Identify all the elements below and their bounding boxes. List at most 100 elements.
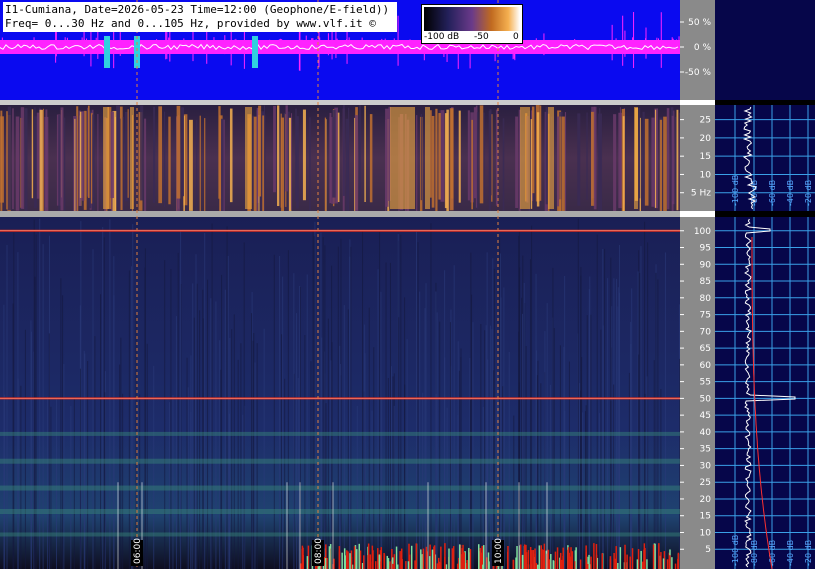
spectro-main-noise [541,548,543,569]
spectro-main-tick-label: 45 [700,411,711,421]
spectro-top-streak [229,108,233,203]
spectro-main-noise [338,546,341,569]
spectro-top-streak [676,109,679,211]
spectro-top-streak [117,105,120,194]
spectro-top-streak [458,110,461,203]
divider-2 [0,211,680,217]
spectro-top-streak [438,113,441,200]
spectro-main-noise [674,563,677,569]
spectro-top-streak [561,116,565,217]
spectro-top-streak [15,116,20,211]
spectro-top-streak [163,111,166,207]
spectro-top-streak [58,115,61,214]
spectro-top-streak [586,112,588,200]
spectro-top-streak [140,105,144,201]
spectro-main-noise [482,564,484,569]
divider-1-axis [680,100,715,105]
spectro-main-noise [374,561,377,569]
spectro-top-streak [283,112,286,208]
spectro-top-streak [281,117,285,222]
amplitude-side-bg [715,0,815,100]
side-top-db-label: -60 dB [768,180,777,206]
spectro-top-streak [502,118,505,215]
spectro-top-streak [556,116,560,207]
spectro-main-tick-label: 60 [700,361,712,371]
spectro-main-noise [350,550,353,569]
side-main-db-label: -100 dB [731,535,740,566]
spectro-main-noise [624,544,626,569]
spectro-main-noise [420,549,422,569]
spectro-main-noise [477,544,480,569]
spectro-main-noise [324,558,327,569]
spectro-main-tick-label: 65 [700,344,711,354]
spectro-top-streak [60,107,64,211]
spectro-main-noise [479,547,482,569]
spectro-main-tick-label: 50 [700,394,712,404]
spectro-main-noise [355,549,358,569]
spectro-top-streak [285,105,288,192]
spectro-main-tick-label: 75 [700,311,711,321]
spectro-top-streak [531,106,535,194]
spectro-top-streak [663,116,667,212]
spectro-top-streak [296,116,299,209]
spectro-main-noise [590,556,592,569]
spectro-main-noise [367,555,369,569]
spectro-main-noise [306,556,309,569]
spectro-main-noise [353,546,356,569]
spectro-top-side-bg [715,105,815,211]
spectro-main-noise [556,547,559,569]
spectro-main-noise [392,563,394,569]
colorbar-label-max: 0 [513,32,519,42]
vlf-monitor: 50 % 0 % -50 % 25 20 15 10 5 Hz 100 95 90 85 80 75 70 6… [0,0,815,569]
spectro-top-streak [12,108,14,210]
spectro-main-tick-label: 10 [700,528,712,538]
spectro-top-streak [168,116,171,205]
spectro-main-noise [588,554,590,569]
spectro-top-streak [449,108,454,211]
spectro-top-streak [430,110,432,198]
spectro-top-streak [440,110,445,202]
spectro-top-streak [332,109,336,198]
spectro-top-streak [671,115,674,214]
spectro-main-noise [347,561,349,569]
spectro-top-streak [420,114,422,201]
spectro-top-streak [654,109,657,208]
spectro-main-noise [378,554,381,569]
spectro-main-tick-label: 25 [700,478,711,488]
spectro-main-noise [469,549,472,569]
side-top-db-label: -40 dB [786,180,795,206]
spectro-top-streak [114,116,116,218]
spectro-main-noise [463,552,465,569]
spectro-main-noise [326,557,328,569]
colorbar-legend: -100 dB -50 0 [421,4,523,44]
spectro-main-tick-label: 40 [700,428,712,438]
spectro-main-noise [445,564,448,569]
spectro-main-noise [451,548,454,569]
spectro-top-streak [431,115,435,208]
spectro-top-streak [31,109,34,199]
amplitude-tick-label: 50 % [688,18,711,28]
spectro-top-streak [473,107,477,199]
spectro-main-noise [349,553,351,569]
spectro-top-streak [7,106,12,211]
spectro-top-streak [345,118,349,215]
spectro-main-noise [562,547,564,569]
spectro-main-noise [643,549,645,569]
spectro-top-tick-label: 5 Hz [691,189,711,199]
spectro-main-noise [444,557,446,569]
hour-marker-label: 10:00 [494,538,504,564]
spectro-top-streak [342,105,345,196]
spectro-main-noise [536,564,539,569]
spectro-main-noise [422,548,425,569]
spectro-main-noise [615,564,617,569]
spectro-main-band [0,485,680,491]
spectro-main-noise [559,552,562,569]
spectro-main-noise [380,547,383,569]
spectro-main-noise [393,554,396,569]
spectro-main-noise [534,553,536,569]
spectro-top-streak [329,112,332,204]
spectro-main-noise [369,561,372,569]
spectro-top-streak [36,112,40,199]
spectro-main-noise [383,554,386,569]
spectro-main-band [0,431,680,436]
